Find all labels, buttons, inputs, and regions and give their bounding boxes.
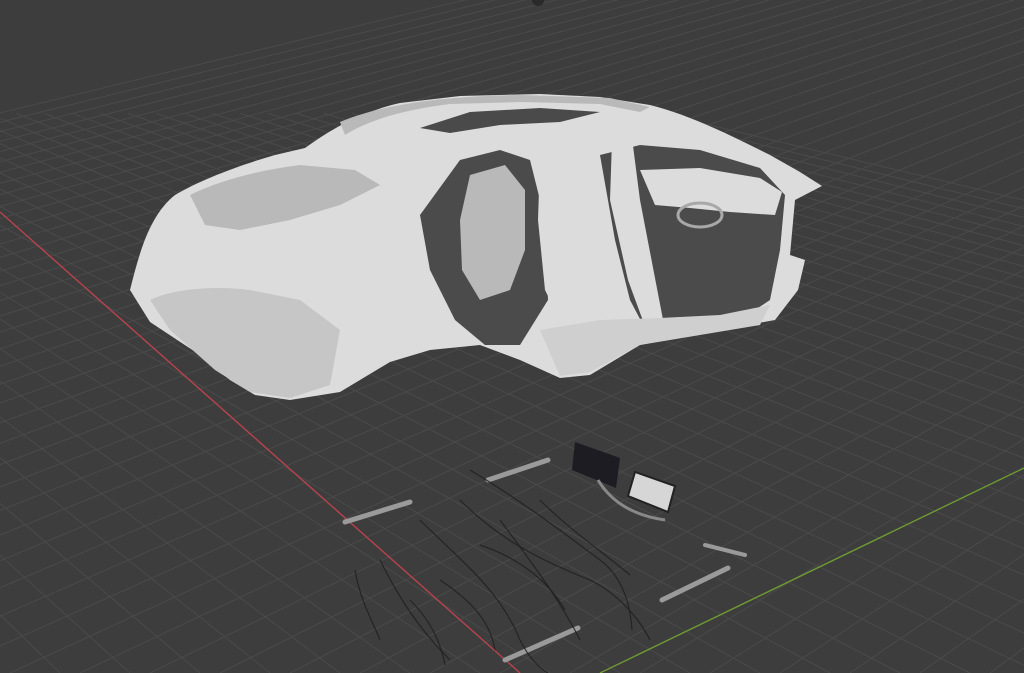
3d-viewport[interactable] <box>0 0 1024 673</box>
viewport-canvas[interactable] <box>0 0 1024 673</box>
